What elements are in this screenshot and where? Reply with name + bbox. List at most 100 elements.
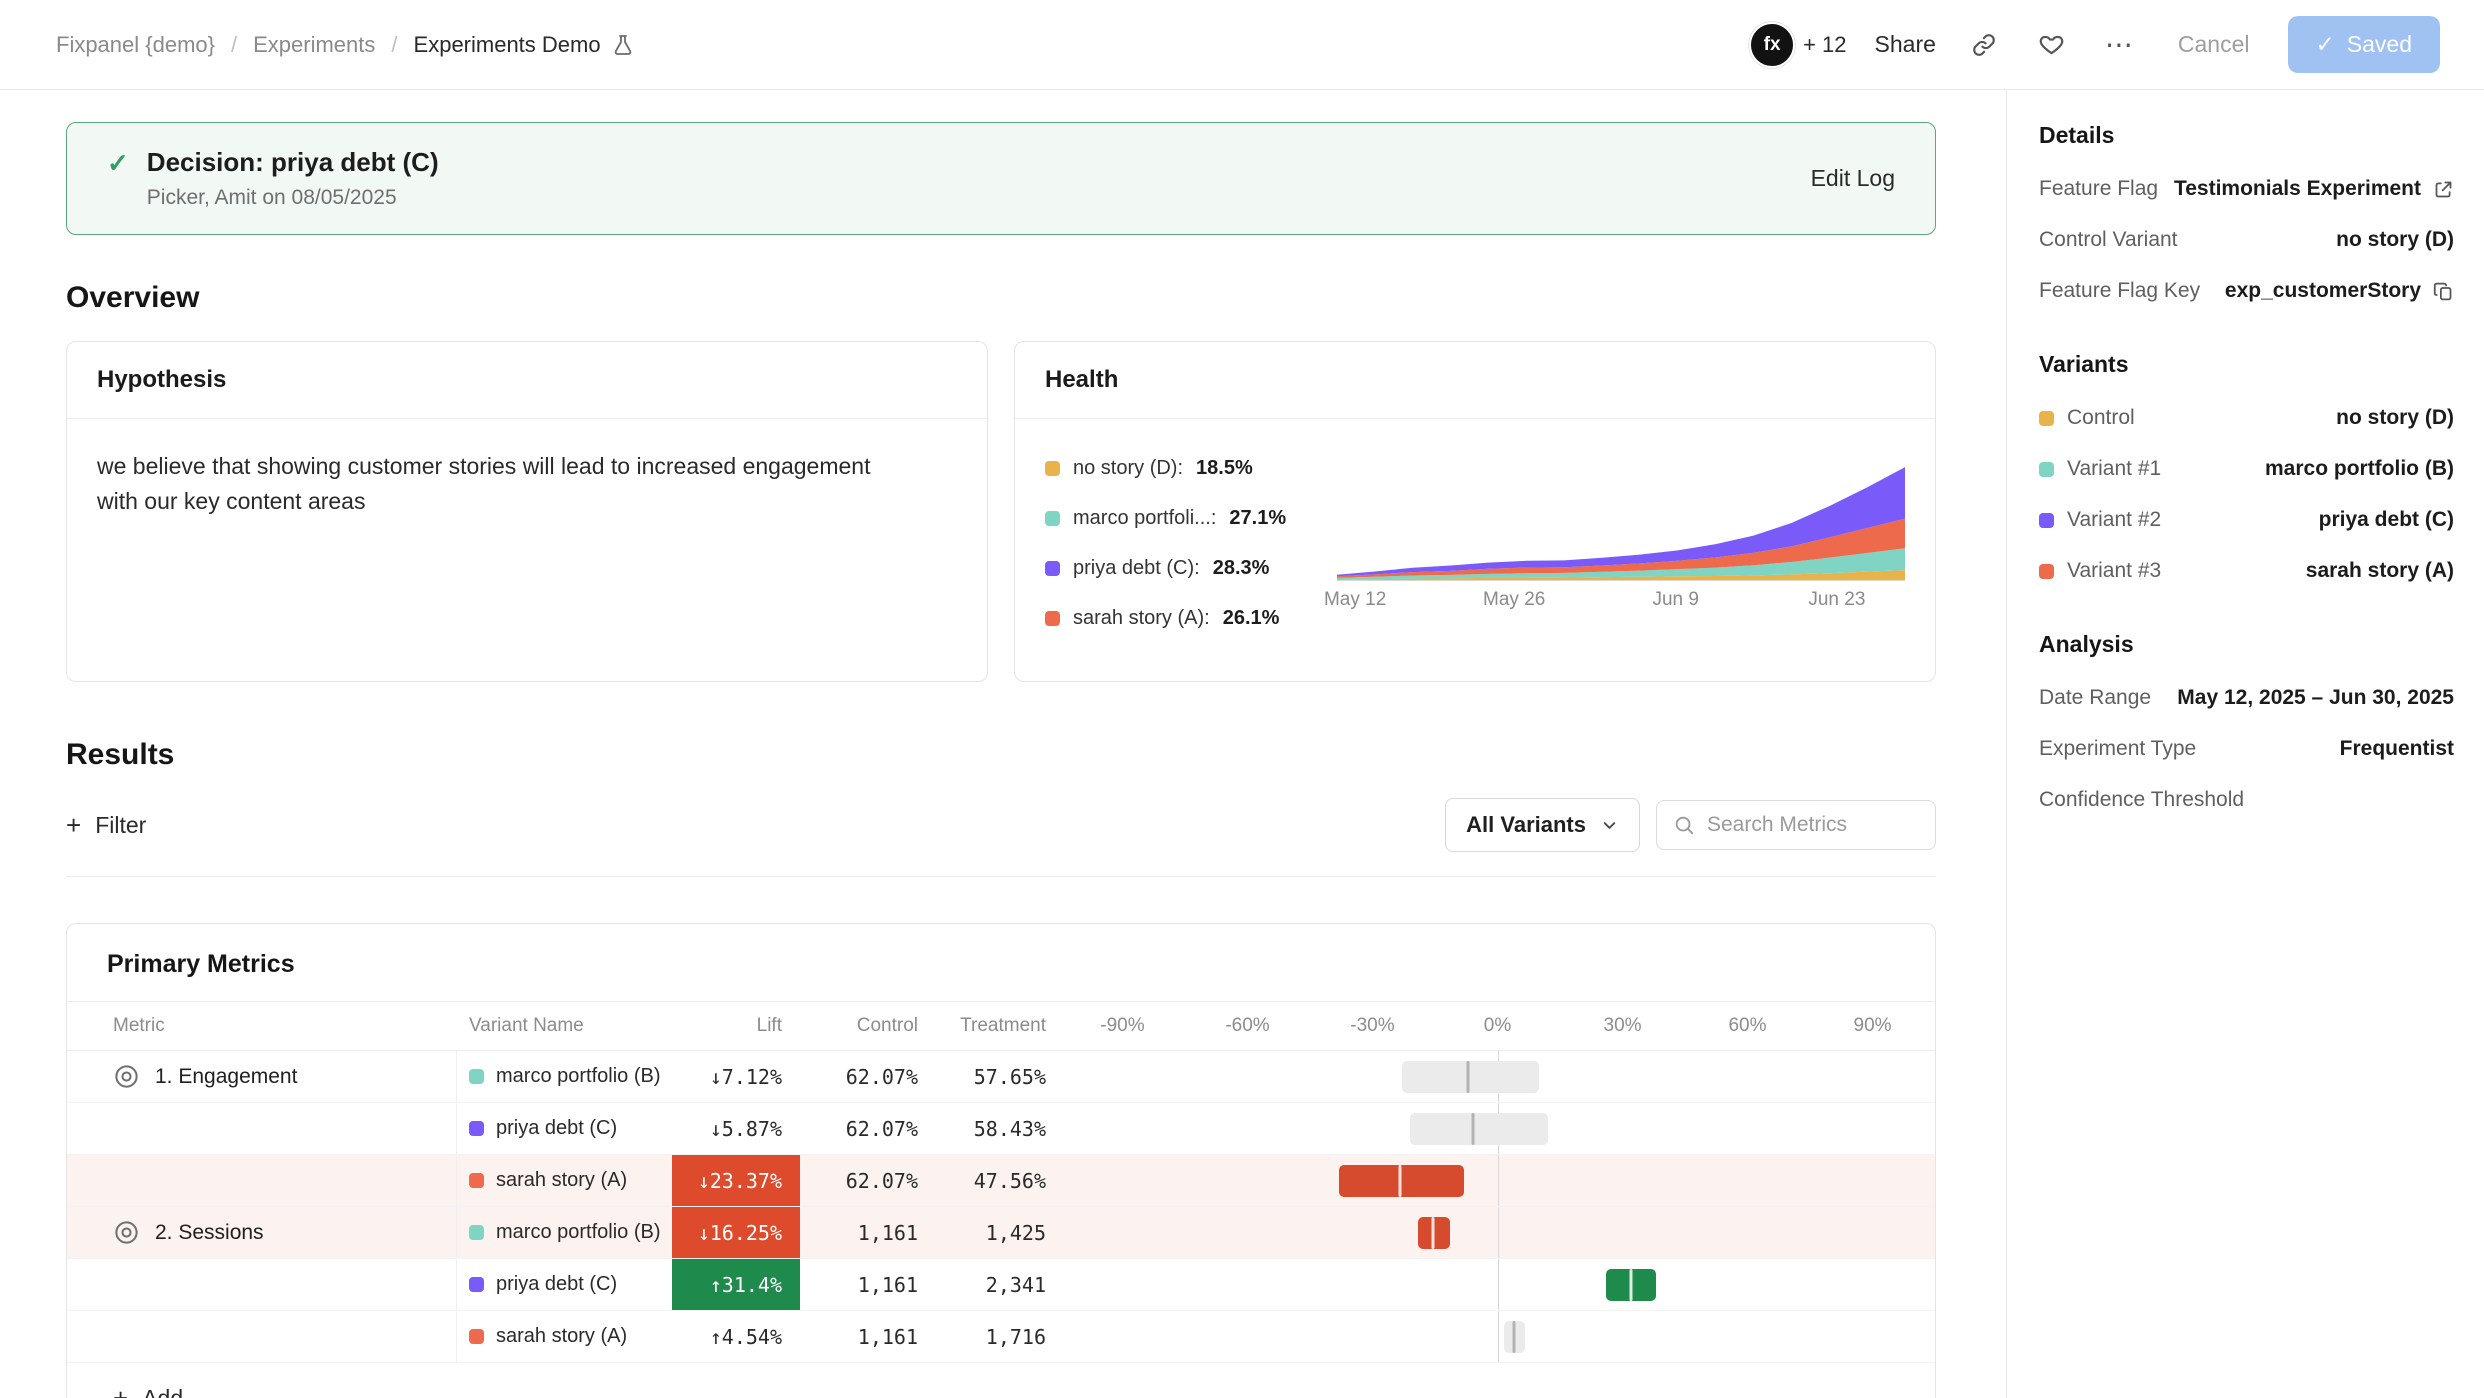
date-range-value: May 12, 2025 – Jun 30, 2025 xyxy=(2177,686,2454,710)
treatment-value: 57.65% xyxy=(932,1051,1060,1102)
legend-value: 18.5% xyxy=(1196,457,1253,480)
all-variants-dropdown[interactable]: All Variants xyxy=(1445,798,1640,852)
breadcrumb: Fixpanel {demo} / Experiments / Experime… xyxy=(56,32,635,58)
legend-value: 27.1% xyxy=(1229,507,1286,530)
feature-flag-key-value: exp_customerStory xyxy=(2225,279,2421,303)
variant-swatch xyxy=(1045,511,1060,526)
metric-name: 1. Engagement xyxy=(155,1065,297,1089)
variant-row: Variant #2 priya debt (C) xyxy=(2039,508,2454,532)
zero-gridline xyxy=(1498,1259,1499,1310)
plus-icon: + xyxy=(113,1383,128,1398)
variant-row: Variant #1 marco portfolio (B) xyxy=(2039,457,2454,481)
metric-row[interactable]: priya debt (C) ↓5.87% 62.07% 58.43% xyxy=(67,1103,1935,1155)
variant-value: priya debt (C) xyxy=(2319,508,2454,532)
col-metric: Metric xyxy=(67,1002,457,1050)
variant-swatch xyxy=(469,1277,484,1292)
zero-gridline xyxy=(1498,1155,1499,1206)
legend-item: sarah story (A): 26.1% xyxy=(1045,607,1323,630)
check-icon: ✓ xyxy=(2316,31,2335,58)
ci-bar xyxy=(1339,1165,1464,1197)
variant-name: sarah story (A) xyxy=(496,1169,627,1192)
variant-name: priya debt (C) xyxy=(496,1273,617,1296)
top-bar: Fixpanel {demo} / Experiments / Experime… xyxy=(0,0,2484,90)
legend-label: priya debt (C): xyxy=(1073,557,1200,580)
x-axis-label: May 26 xyxy=(1483,589,1545,611)
analysis-row-experiment-type: Experiment Type Frequentist xyxy=(2039,737,2454,761)
favorite-heart-icon[interactable] xyxy=(2032,25,2072,65)
filter-button-label: Filter xyxy=(95,812,146,839)
primary-metrics-title: Primary Metrics xyxy=(67,924,1935,1001)
search-metrics-input[interactable] xyxy=(1707,813,1919,837)
x-axis-label: Jun 23 xyxy=(1808,589,1865,611)
copy-link-icon[interactable] xyxy=(1964,25,2004,65)
details-heading: Details xyxy=(2039,122,2454,149)
ci-estimate-tick xyxy=(1431,1217,1434,1249)
lift-value: ↓23.37% xyxy=(672,1155,800,1206)
x-axis-label: May 12 xyxy=(1324,589,1386,611)
more-menu-icon[interactable]: ⋯ xyxy=(2100,25,2140,65)
ci-estimate-tick xyxy=(1629,1269,1632,1301)
saved-button-label: Saved xyxy=(2347,31,2412,58)
metric-row[interactable]: sarah story (A) ↓23.37% 62.07% 47.56% xyxy=(67,1155,1935,1207)
lift-axis: -90% -60% -30% 0% 30% 60% 90% xyxy=(1060,1002,1935,1050)
details-sidebar: Details Feature Flag Testimonials Experi… xyxy=(2006,90,2484,1398)
confidence-interval-cell xyxy=(1060,1207,1935,1258)
external-link-icon[interactable] xyxy=(2433,179,2454,200)
treatment-value: 47.56% xyxy=(932,1155,1060,1206)
add-metric-button[interactable]: + Add xyxy=(113,1383,1935,1398)
lift-value: ↓7.12% xyxy=(672,1051,800,1102)
control-value: 62.07% xyxy=(800,1051,932,1102)
legend-value: 28.3% xyxy=(1213,557,1270,580)
all-variants-label: All Variants xyxy=(1466,812,1586,838)
collaborator-avatars[interactable]: fx + 12 xyxy=(1749,22,1846,68)
analysis-heading: Analysis xyxy=(2039,631,2454,658)
health-stacked-area-chart: May 12May 26Jun 9Jun 23 xyxy=(1337,443,1905,663)
metric-row[interactable]: 1. Engagement marco portfolio (B) ↓7.12%… xyxy=(67,1051,1935,1103)
metric-row[interactable]: priya debt (C) ↑31.4% 1,161 2,341 xyxy=(67,1259,1935,1311)
variant-row: Control no story (D) xyxy=(2039,406,2454,430)
breadcrumb-separator: / xyxy=(391,32,397,58)
experiment-type-value: Frequentist xyxy=(2340,737,2454,761)
variant-value: sarah story (A) xyxy=(2306,559,2454,583)
page-title: Experiments Demo xyxy=(414,32,601,58)
legend-value: 26.1% xyxy=(1223,607,1280,630)
saved-button[interactable]: ✓ Saved xyxy=(2288,16,2441,73)
breadcrumb-experiments[interactable]: Experiments xyxy=(253,32,375,58)
filter-button[interactable]: + Filter xyxy=(66,810,146,841)
primary-metrics-card: Primary Metrics Metric Variant Name Lift… xyxy=(66,923,1936,1398)
variant-name: priya debt (C) xyxy=(496,1117,617,1140)
detail-row-control-variant: Control Variant no story (D) xyxy=(2039,228,2454,252)
variant-name: sarah story (A) xyxy=(496,1325,627,1348)
top-bar-actions: fx + 12 Share ⋯ Cancel ✓ Saved xyxy=(1749,16,2440,73)
search-metrics-box[interactable] xyxy=(1656,800,1936,850)
edit-log-button[interactable]: Edit Log xyxy=(1811,165,1895,192)
hypothesis-card-title: Hypothesis xyxy=(67,342,987,419)
breadcrumb-project[interactable]: Fixpanel {demo} xyxy=(56,32,215,58)
detail-label: Control Variant xyxy=(2039,228,2178,252)
detail-row-feature-flag-key: Feature Flag Key exp_customerStory xyxy=(2039,279,2454,303)
control-value: 1,161 xyxy=(800,1259,932,1310)
results-heading: Results xyxy=(66,738,1936,772)
avatar[interactable]: fx xyxy=(1749,22,1795,68)
confidence-interval-cell xyxy=(1060,1155,1935,1206)
variant-swatch xyxy=(469,1329,484,1344)
variant-label: Variant #2 xyxy=(2067,508,2161,532)
zero-gridline xyxy=(1498,1207,1499,1258)
hypothesis-card: Hypothesis we believe that showing custo… xyxy=(66,341,988,682)
control-value: 1,161 xyxy=(800,1311,932,1362)
share-button[interactable]: Share xyxy=(1875,31,1936,58)
copy-icon[interactable] xyxy=(2433,281,2454,302)
col-control: Control xyxy=(800,1002,932,1050)
variants-heading: Variants xyxy=(2039,351,2454,378)
col-lift: Lift xyxy=(672,1002,800,1050)
decision-subtitle: Picker, Amit on 08/05/2025 xyxy=(147,186,439,210)
variant-swatch xyxy=(2039,513,2054,528)
lift-value: ↓5.87% xyxy=(672,1103,800,1154)
cancel-button[interactable]: Cancel xyxy=(2168,19,2260,70)
metric-row[interactable]: sarah story (A) ↑4.54% 1,161 1,716 xyxy=(67,1311,1935,1363)
metric-row[interactable]: 2. Sessions marco portfolio (B) ↓16.25% … xyxy=(67,1207,1935,1259)
variant-swatch xyxy=(1045,561,1060,576)
variant-name: marco portfolio (B) xyxy=(496,1065,661,1088)
col-treatment: Treatment xyxy=(932,1002,1060,1050)
variant-label: Variant #3 xyxy=(2067,559,2161,583)
